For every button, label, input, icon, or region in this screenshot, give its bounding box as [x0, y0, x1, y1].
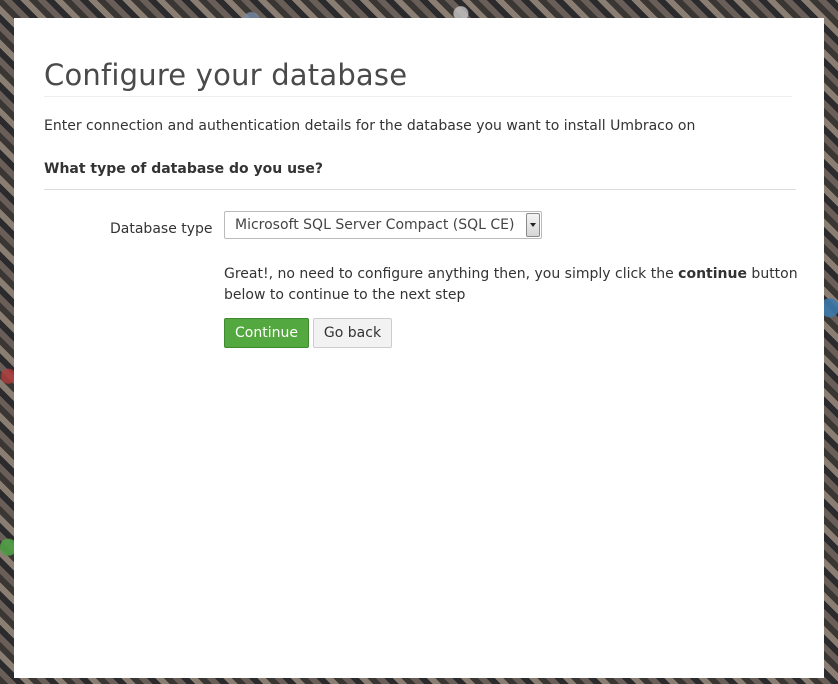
intro-text: Enter connection and authentication deta… [44, 118, 696, 134]
database-type-selected-value: Microsoft SQL Server Compact (SQL CE) [235, 217, 515, 233]
title-divider [44, 96, 792, 97]
dropdown-arrow-icon[interactable] [526, 213, 540, 237]
database-type-label: Database type [110, 221, 213, 237]
page-title: Configure your database [44, 58, 408, 92]
database-type-select[interactable]: Microsoft SQL Server Compact (SQL CE) [224, 211, 542, 239]
database-type-question: What type of database do you use? [44, 161, 324, 177]
install-panel: Configure your database Enter connection… [14, 18, 824, 678]
continue-button[interactable]: Continue [224, 318, 309, 348]
info-text-bold: continue [678, 266, 747, 282]
info-text-prefix: Great!, no need to configure anything th… [224, 266, 679, 282]
question-divider [44, 189, 796, 190]
go-back-button[interactable]: Go back [313, 318, 392, 348]
info-message: Great!, no need to configure anything th… [224, 264, 804, 306]
